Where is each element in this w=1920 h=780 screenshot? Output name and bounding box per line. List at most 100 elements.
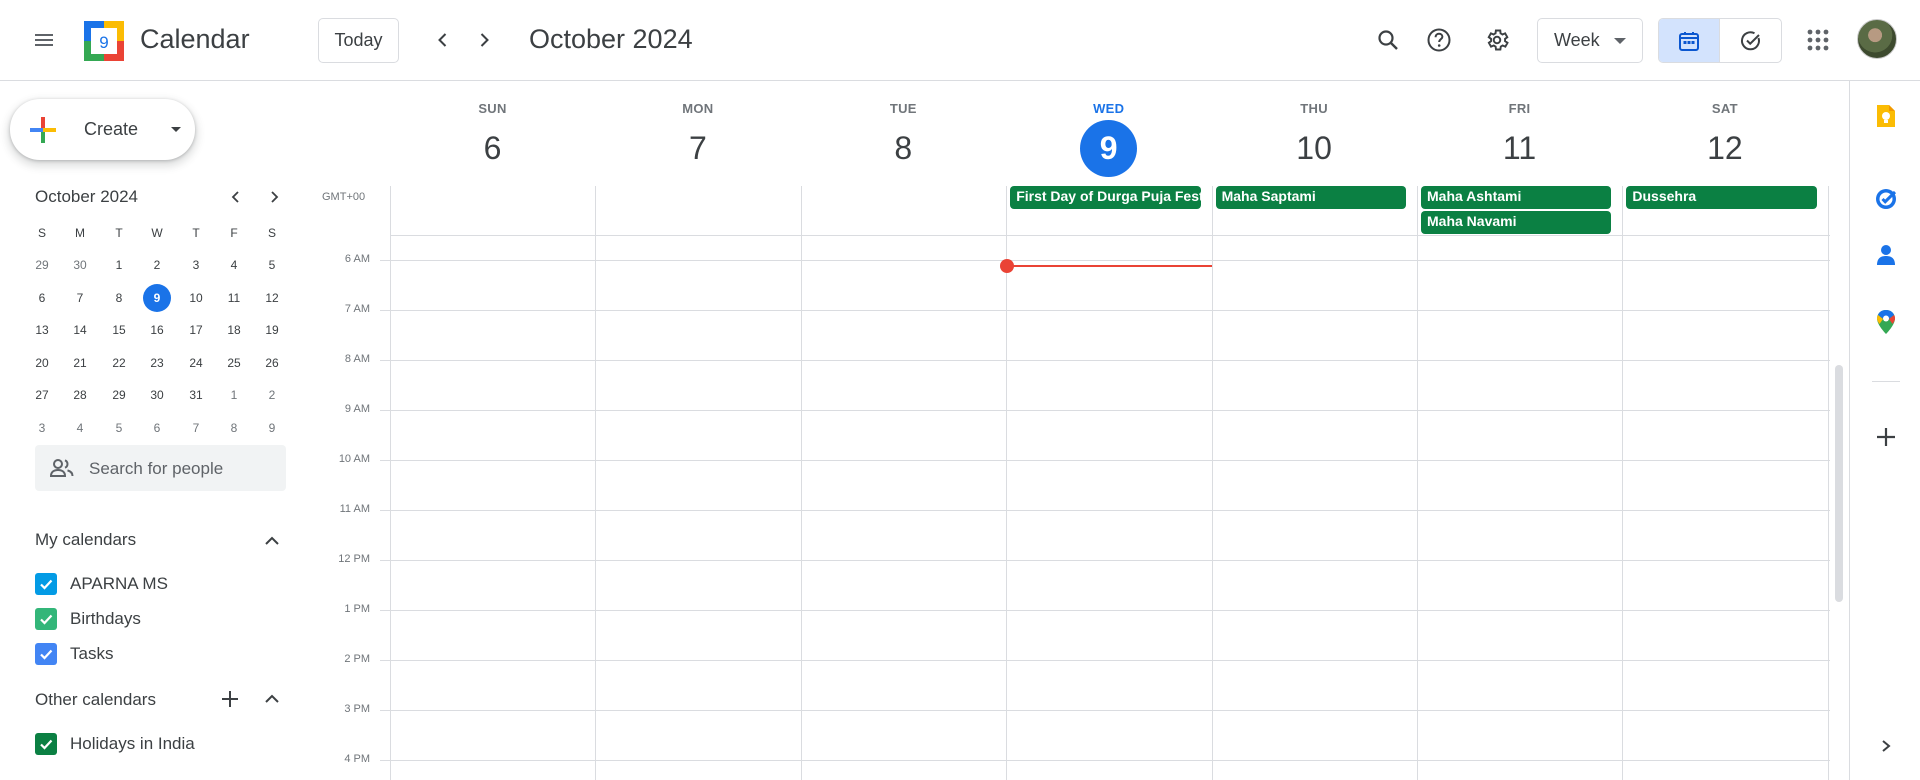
keep-button[interactable] [1872, 102, 1900, 130]
mini-calendar-day[interactable]: 30 [66, 251, 94, 279]
day-number[interactable]: 6 [464, 120, 521, 177]
mini-calendar-day[interactable]: 3 [182, 251, 210, 279]
create-button[interactable]: Create [10, 99, 195, 160]
mini-calendar-weekday: T [115, 226, 123, 240]
mini-calendar-day[interactable]: 7 [66, 284, 94, 312]
calendar-checkbox[interactable] [35, 573, 57, 595]
day-header[interactable]: WED 9 [1006, 101, 1211, 177]
mini-calendar-day[interactable]: 15 [105, 316, 133, 344]
other-calendars-heading[interactable]: Other calendars [35, 690, 156, 710]
add-other-calendar-button[interactable] [218, 687, 242, 711]
all-day-event[interactable]: Dussehra [1626, 186, 1817, 209]
all-day-event[interactable]: Maha Saptami [1215, 186, 1406, 209]
mini-calendar-day[interactable]: 4 [66, 414, 94, 442]
calendar-checkbox[interactable] [35, 643, 57, 665]
day-number[interactable]: 8 [875, 120, 932, 177]
day-header[interactable]: SUN 6 [390, 101, 595, 177]
mini-calendar-day[interactable]: 8 [105, 284, 133, 312]
calendar-list-item[interactable]: APARNA MS [35, 570, 168, 598]
calendar-list-item[interactable]: Birthdays [35, 605, 141, 633]
mini-calendar-day[interactable]: 12 [258, 284, 286, 312]
mini-calendar-day[interactable]: 11 [220, 284, 248, 312]
mini-calendar-day[interactable]: 18 [220, 316, 248, 344]
day-header[interactable]: SAT 12 [1622, 101, 1827, 177]
help-button[interactable] [1415, 16, 1463, 64]
mini-calendar-day[interactable]: 2 [258, 381, 286, 409]
calendar-list-item[interactable]: Holidays in India [35, 730, 195, 758]
all-day-event[interactable]: First Day of Durga Puja Festivities [1010, 186, 1201, 209]
day-header[interactable]: FRI 11 [1417, 101, 1622, 177]
contacts-button[interactable] [1872, 241, 1900, 269]
day-number[interactable]: 10 [1286, 120, 1343, 177]
my-calendars-heading[interactable]: My calendars [35, 530, 136, 550]
search-button[interactable] [1364, 16, 1412, 64]
day-header[interactable]: MON 7 [595, 101, 800, 177]
mini-calendar-day[interactable]: 31 [182, 381, 210, 409]
calendar-mode-button[interactable] [1659, 19, 1721, 62]
day-number[interactable]: 11 [1491, 120, 1548, 177]
calendar-list-item[interactable]: Tasks [35, 640, 113, 668]
day-number[interactable]: 9 [1080, 120, 1138, 177]
calendar-checkbox[interactable] [35, 608, 57, 630]
keep-icon [1877, 105, 1895, 127]
mini-calendar-next-button[interactable] [262, 185, 286, 209]
mini-calendar-day[interactable]: 2 [143, 251, 171, 279]
calendar-logo[interactable]: 9 [84, 19, 124, 61]
mini-calendar-day[interactable]: 5 [105, 414, 133, 442]
day-header[interactable]: TUE 8 [801, 101, 1006, 177]
mini-calendar-day[interactable]: 25 [220, 349, 248, 377]
calendar-checkbox[interactable] [35, 733, 57, 755]
maps-button[interactable] [1872, 308, 1900, 336]
mini-calendar-day[interactable]: 29 [105, 381, 133, 409]
previous-week-button[interactable] [423, 20, 463, 60]
mini-calendar-day[interactable]: 17 [182, 316, 210, 344]
mini-calendar-day[interactable]: 24 [182, 349, 210, 377]
all-day-event[interactable]: Maha Navami [1421, 211, 1612, 234]
day-header[interactable]: THU 10 [1212, 101, 1417, 177]
other-calendars-collapse-button[interactable] [260, 687, 284, 711]
mini-calendar-day[interactable]: 7 [182, 414, 210, 442]
mini-calendar-day[interactable]: 20 [28, 349, 56, 377]
mini-calendar-day[interactable]: 23 [143, 349, 171, 377]
mini-calendar-day[interactable]: 13 [28, 316, 56, 344]
mini-calendar-day[interactable]: 14 [66, 316, 94, 344]
mini-calendar-day[interactable]: 22 [105, 349, 133, 377]
mini-calendar-day[interactable]: 4 [220, 251, 248, 279]
mini-calendar-day[interactable]: 21 [66, 349, 94, 377]
tasks-button[interactable] [1872, 185, 1900, 213]
tasks-mode-button[interactable] [1720, 19, 1781, 62]
my-calendars-collapse-button[interactable] [260, 529, 284, 553]
mini-calendar-day[interactable]: 10 [182, 284, 210, 312]
mini-calendar-day[interactable]: 1 [220, 381, 248, 409]
day-number[interactable]: 12 [1696, 120, 1753, 177]
mini-calendar-day[interactable]: 6 [28, 284, 56, 312]
mini-calendar-day[interactable]: 6 [143, 414, 171, 442]
mini-calendar-day[interactable]: 3 [28, 414, 56, 442]
mini-calendar-day[interactable]: 29 [28, 251, 56, 279]
mini-calendar-day[interactable]: 1 [105, 251, 133, 279]
mini-calendar-day[interactable]: 5 [258, 251, 286, 279]
mini-calendar-day[interactable]: 28 [66, 381, 94, 409]
settings-button[interactable] [1473, 16, 1521, 64]
google-apps-button[interactable] [1794, 16, 1842, 64]
mini-calendar-day[interactable]: 30 [143, 381, 171, 409]
mini-calendar-day[interactable]: 9 [143, 283, 171, 312]
mini-calendar-day[interactable]: 8 [220, 414, 248, 442]
next-week-button[interactable] [464, 20, 504, 60]
grid-scrollbar[interactable] [1835, 365, 1843, 602]
mini-calendar-day[interactable]: 16 [143, 316, 171, 344]
mini-calendar-day[interactable]: 26 [258, 349, 286, 377]
mini-calendar-day[interactable]: 27 [28, 381, 56, 409]
search-people-input[interactable]: Search for people [35, 445, 286, 491]
view-switcher-dropdown[interactable]: Week [1537, 18, 1643, 63]
main-menu-button[interactable] [20, 16, 68, 64]
mini-calendar-day[interactable]: 19 [258, 316, 286, 344]
expand-side-panel-button[interactable] [1872, 732, 1900, 760]
mini-calendar-day[interactable]: 9 [258, 414, 286, 442]
get-add-ons-button[interactable] [1872, 423, 1900, 451]
all-day-event[interactable]: Maha Ashtami [1421, 186, 1612, 209]
mini-calendar-prev-button[interactable] [224, 185, 248, 209]
account-avatar[interactable] [1857, 19, 1897, 59]
day-number[interactable]: 7 [669, 120, 726, 177]
today-button[interactable]: Today [318, 18, 399, 63]
